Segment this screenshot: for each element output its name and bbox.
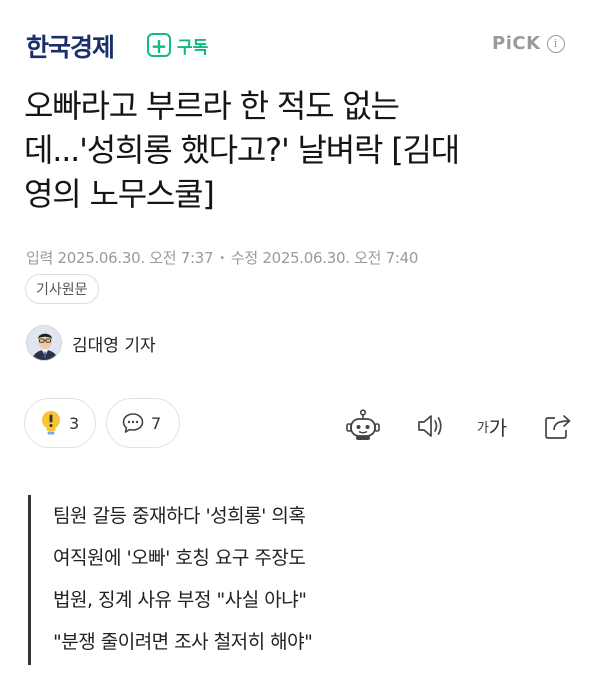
press-logo[interactable]: 한국경제 <box>26 28 115 64</box>
published-date: 입력 2025.06.30. 오전 7:37 <box>26 249 214 267</box>
summary-line: 여직원에 '오빠' 호칭 요구 주장도 <box>53 547 306 569</box>
subscribe-label: 구독 <box>177 37 209 58</box>
font-large-glyph: 가 <box>488 415 508 440</box>
comment-button[interactable]: 7 <box>106 398 180 448</box>
article-tools: 가가 <box>340 404 580 448</box>
info-icon[interactable]: i <box>546 34 565 53</box>
read-aloud-button[interactable] <box>410 404 450 448</box>
headline-line: 영의 노무스쿨] <box>24 175 215 213</box>
reporter-name[interactable]: 김대영 기자 <box>72 331 156 356</box>
modified-date: 수정 2025.06.30. 오전 7:40 <box>230 249 419 267</box>
subscribe-button[interactable]: + 구독 <box>147 31 208 59</box>
reaction-bar: 3 7 <box>24 398 190 448</box>
headline-line: 오빠라고 부르라 한 적도 없는 <box>24 87 400 125</box>
article-headline: 오빠라고 부르라 한 적도 없는 데...'성희롱 했다고?' 날벼락 [김대 … <box>24 84 584 216</box>
article-summary: 팀원 갈등 중재하다 '성희롱' 의혹 여직원에 '오빠' 호칭 요구 주장도 … <box>28 495 548 665</box>
summary-line: 팀원 갈등 중재하다 '성희롱' 의혹 <box>53 505 306 527</box>
pick-label: PiCK <box>492 33 541 54</box>
pick-badge[interactable]: PiCK i <box>492 33 565 54</box>
lightbulb-icon <box>42 411 60 435</box>
font-size-button[interactable]: 가가 <box>472 404 512 448</box>
article-dates: 입력 2025.06.30. 오전 7:37 • 수정 2025.06.30. 오전… <box>26 247 418 268</box>
share-button[interactable] <box>538 404 578 448</box>
speaker-icon <box>418 415 442 437</box>
reporter-photo-icon <box>27 326 61 360</box>
summary-bot-button[interactable] <box>340 404 386 448</box>
summary-line: 법원, 징계 사유 부정 "사실 아냐" <box>53 589 307 611</box>
like-count: 3 <box>69 413 80 433</box>
original-article-button[interactable]: 기사원문 <box>25 274 99 304</box>
top-bar: 한국경제 + 구독 PiCK i <box>0 0 600 90</box>
robot-icon <box>346 409 380 440</box>
comment-icon <box>122 413 144 433</box>
plus-icon: + <box>147 33 171 57</box>
date-separator: • <box>219 253 225 264</box>
summary-line: "분쟁 줄이려면 조사 철저히 해야" <box>53 631 313 653</box>
comment-count: 7 <box>151 413 162 433</box>
reporter-info[interactable]: 김대영 기자 <box>26 325 156 361</box>
share-icon <box>545 415 571 439</box>
avatar[interactable] <box>26 325 62 361</box>
font-small-glyph: 가 <box>476 420 489 436</box>
headline-line: 데...'성희롱 했다고?' 날벼락 [김대 <box>24 131 460 169</box>
like-button[interactable]: 3 <box>24 398 96 448</box>
